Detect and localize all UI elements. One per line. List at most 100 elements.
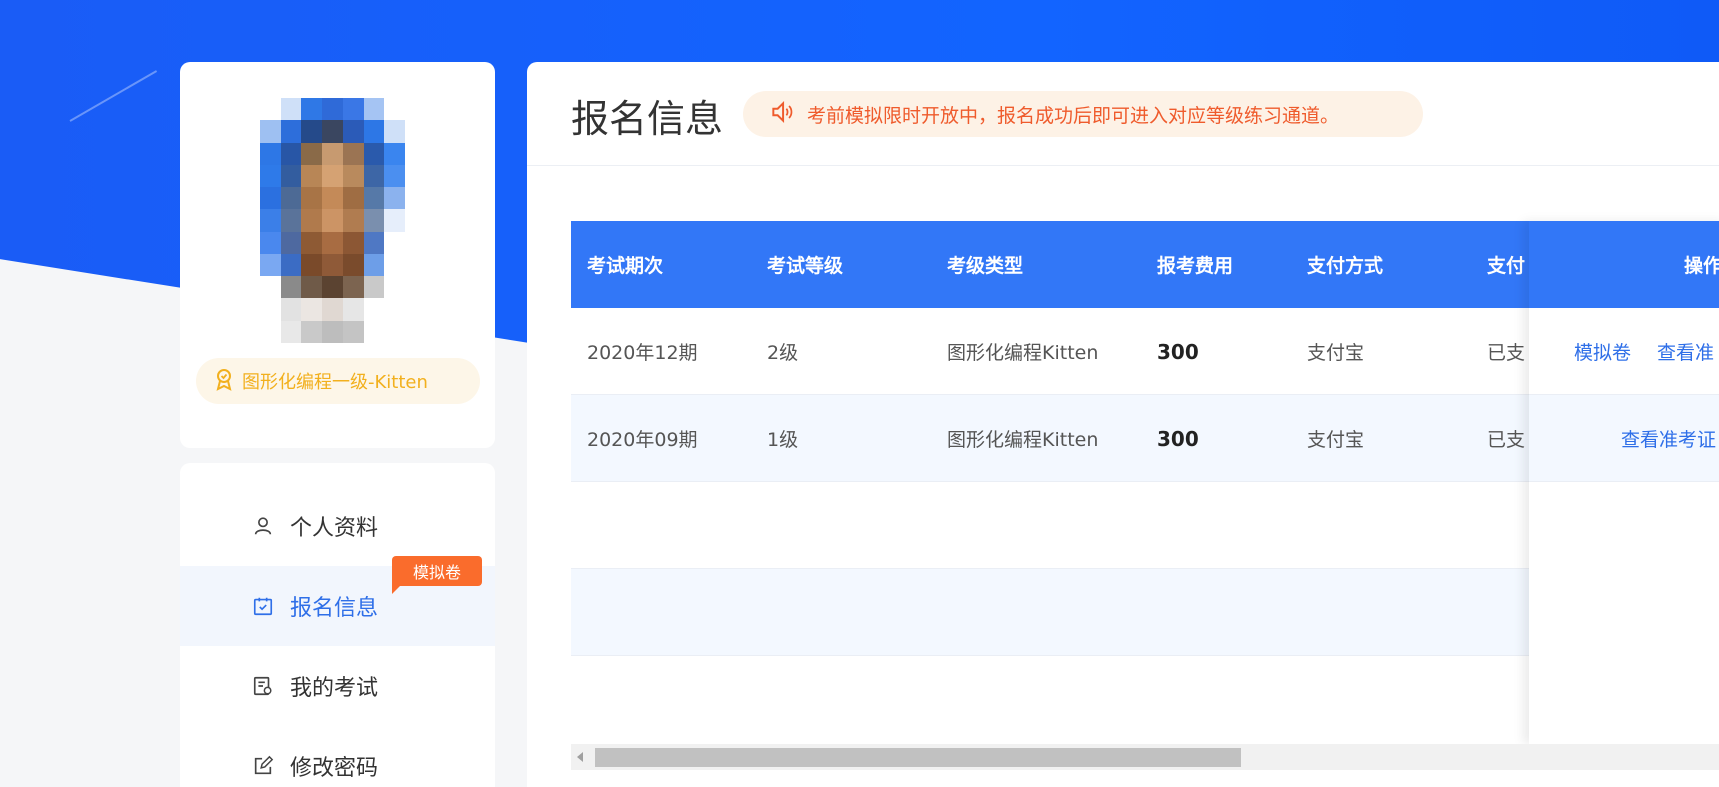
view-admission-ticket-link[interactable]: 查看准考证: [1621, 425, 1716, 452]
mock-exam-link[interactable]: 模拟卷: [1574, 338, 1631, 365]
cell-fee: 300: [1157, 339, 1199, 364]
avatar-pixel: [363, 98, 385, 121]
operations-column: 操作 模拟卷 查看准 查看准考证: [1529, 221, 1719, 744]
avatar-pixel: [322, 298, 343, 321]
avatar-pixel: [384, 187, 405, 210]
horizontal-scrollbar[interactable]: [571, 744, 1719, 770]
cell-period: 2020年12期: [587, 342, 698, 364]
avatar-pixel: [384, 298, 405, 321]
sidebar-item-my-exams[interactable]: 我的考试: [180, 646, 495, 726]
avatar-pixel: [363, 320, 385, 343]
avatar-pixel: [342, 187, 364, 210]
avatar-pixel: [301, 276, 323, 299]
avatar-pixel: [322, 98, 343, 121]
column-header-level[interactable]: 考试等级: [767, 221, 917, 308]
level-badge: 图形化编程一级-Kitten: [196, 358, 480, 404]
avatar-pixel: [322, 253, 343, 277]
cell-type: 图形化编程Kitten: [947, 429, 1099, 451]
cell-payment: 支付宝: [1307, 342, 1365, 364]
cell-level: 2级: [767, 342, 799, 364]
avatar-pixel: [301, 120, 323, 143]
avatar-pixel: [342, 231, 364, 254]
avatar-pixel: [342, 253, 364, 277]
avatar-pixel: [260, 120, 281, 143]
avatar-pixel: [280, 120, 302, 143]
cell-status: 已支: [1487, 429, 1526, 451]
avatar-pixel: [322, 187, 343, 210]
avatar-pixel: [384, 164, 405, 188]
avatar-pixel: [260, 164, 281, 188]
avatar-pixel: [260, 276, 281, 299]
avatar-pixel: [301, 164, 323, 188]
avatar-pixel: [384, 120, 405, 143]
mock-exam-tag: 模拟卷: [392, 556, 482, 594]
avatar-pixel: [363, 231, 385, 254]
cell-fee: 300: [1157, 426, 1199, 451]
scroll-left-arrow-icon[interactable]: [577, 752, 583, 762]
notice-banner: 考前模拟限时开放中，报名成功后即可进入对应等级练习通道。: [743, 91, 1423, 137]
sidebar-item-label: 我的考试: [290, 676, 379, 701]
column-header-fee[interactable]: 报考费用: [1157, 221, 1297, 308]
avatar-pixel: [384, 253, 405, 277]
avatar-pixel: [363, 120, 385, 143]
avatar-pixel: [322, 120, 343, 143]
avatar-pixel: [280, 253, 302, 277]
avatar-pixel: [322, 209, 343, 232]
cell-type: 图形化编程Kitten: [947, 342, 1099, 364]
avatar-pixel: [301, 98, 323, 121]
column-header-period[interactable]: 考试期次: [587, 221, 737, 308]
avatar-pixel: [322, 231, 343, 254]
sidebar-item-label: 个人资料: [290, 516, 379, 541]
avatar-pixel: [342, 164, 364, 188]
avatar-pixel: [280, 320, 302, 343]
view-admission-ticket-link[interactable]: 查看准: [1657, 338, 1714, 365]
avatar-pixel: [342, 276, 364, 299]
avatar-pixel: [363, 164, 385, 188]
avatar-pixel: [280, 276, 302, 299]
avatar-pixel: [280, 142, 302, 165]
avatar-pixel: [363, 253, 385, 277]
avatar-pixel: [384, 209, 405, 232]
avatar-pixel: [260, 187, 281, 210]
operations-cell: 模拟卷 查看准: [1529, 308, 1719, 395]
sidebar-item-label: 报名信息: [290, 596, 379, 621]
sidebar-item-profile[interactable]: 个人资料: [180, 486, 495, 566]
level-badge-text: 图形化编程一级-Kitten: [242, 372, 428, 393]
avatar-pixel: [384, 231, 405, 254]
avatar-pixel: [342, 98, 364, 121]
avatar-pixel: [384, 320, 405, 343]
main-panel: 报名信息 考前模拟限时开放中，报名成功后即可进入对应等级练习通道。 考试期次 考…: [527, 62, 1719, 787]
avatar-pixel: [342, 209, 364, 232]
avatar-pixel: [342, 298, 364, 321]
avatar-pixel: [260, 98, 281, 121]
sidebar-item-label: 修改密码: [290, 756, 379, 781]
scrollbar-thumb[interactable]: [595, 748, 1241, 767]
avatar-pixel: [280, 209, 302, 232]
exam-list-icon: [252, 675, 274, 697]
avatar-pixel: [280, 298, 302, 321]
cell-level: 1级: [767, 429, 799, 451]
operations-cell: 查看准考证: [1529, 395, 1719, 482]
avatar-pixel: [280, 187, 302, 210]
avatar-pixel: [301, 231, 323, 254]
edit-icon: [252, 755, 274, 777]
avatar-pixel: [260, 231, 281, 254]
column-header-status[interactable]: 支付: [1487, 221, 1531, 308]
avatar-pixel: [384, 142, 405, 165]
sidebar-item-change-password[interactable]: 修改密码: [180, 726, 495, 787]
avatar-pixel: [363, 298, 385, 321]
notice-text: 考前模拟限时开放中，报名成功后即可进入对应等级练习通道。: [807, 104, 1340, 127]
column-header-type[interactable]: 考级类型: [947, 221, 1137, 308]
avatar-pixel: [260, 298, 281, 321]
column-header-operations[interactable]: 操作: [1529, 221, 1719, 308]
avatar-pixel: [260, 253, 281, 277]
avatar-pixel: [363, 142, 385, 165]
avatar-pixel: [260, 209, 281, 232]
avatar-pixel: [301, 298, 323, 321]
cell-period: 2020年09期: [587, 429, 698, 451]
user-icon: [252, 515, 274, 537]
avatar: [260, 98, 405, 343]
avatar-pixel: [363, 187, 385, 210]
avatar-pixel: [363, 276, 385, 299]
column-header-payment[interactable]: 支付方式: [1307, 221, 1467, 308]
